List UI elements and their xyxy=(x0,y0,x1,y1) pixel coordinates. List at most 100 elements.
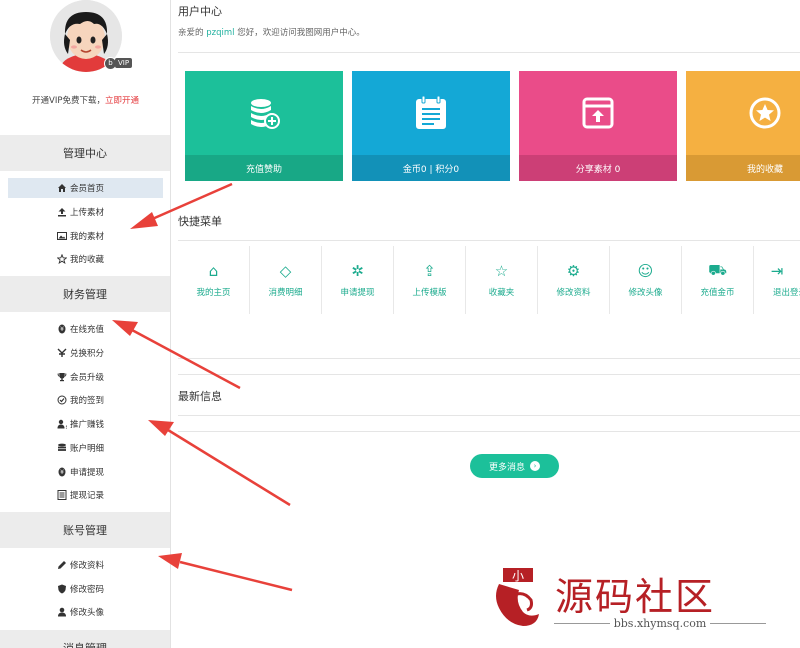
quick-item-label: 收藏夹 xyxy=(488,288,515,298)
sidebar-item-label: 会员首页 xyxy=(70,184,105,194)
quick-item-upload-template[interactable]: ⇪ 上传模版 xyxy=(394,246,466,314)
sidebar-item-my-favorites[interactable]: 我的收藏 xyxy=(8,249,163,269)
sidebar-item-account-detail[interactable]: 账户明细 xyxy=(8,438,163,458)
quick-item-label: 修改头像 xyxy=(628,288,663,298)
sidebar-item-checkin[interactable]: 我的签到 xyxy=(8,390,163,410)
sidebar-item-withdraw-records[interactable]: 提现记录 xyxy=(8,485,163,505)
avatar-icon: ☺ xyxy=(637,262,654,280)
home-icon xyxy=(57,183,67,193)
sidebar-item-exchange-points[interactable]: 兑换积分 xyxy=(8,343,163,363)
watermark-title: 源码社区 xyxy=(555,575,716,619)
divider xyxy=(178,52,800,53)
coin-icon: ¥ xyxy=(57,324,67,334)
coin-icon: ¥ xyxy=(57,467,67,477)
quick-item-withdraw[interactable]: ✲ 申请提现 xyxy=(322,246,394,314)
sidebar-item-promote[interactable]: $ 推广赚钱 xyxy=(8,414,163,434)
sidebar-item-label: 账户明细 xyxy=(70,444,105,454)
sidebar-item-my-materials[interactable]: 我的素材 xyxy=(8,226,163,246)
more-messages-label: 更多消息 xyxy=(488,462,525,473)
logout-icon: ⇥ xyxy=(770,262,784,280)
trophy-icon xyxy=(57,372,67,382)
database-icon xyxy=(57,443,67,453)
chevron-right-icon: › xyxy=(530,461,540,471)
share-window-icon xyxy=(519,71,677,155)
quick-item-label: 上传模版 xyxy=(412,288,447,298)
username-link[interactable]: pzqiml xyxy=(206,28,234,38)
gear-icon: ⚙ xyxy=(566,262,581,280)
news-title: 最新信息 xyxy=(178,390,222,403)
svg-text:¥: ¥ xyxy=(60,326,64,333)
star-icon: ☆ xyxy=(494,262,509,280)
watermark-seal-text: 小 xyxy=(512,569,524,583)
sidebar-item-label: 我的素材 xyxy=(70,232,105,242)
watermark-seal-logo: 小 xyxy=(496,568,539,626)
sidebar-item-label: 上传素材 xyxy=(70,208,105,218)
card-label: 充值赞助 xyxy=(185,155,343,181)
sidebar-item-member-home[interactable]: 会员首页 xyxy=(8,178,163,198)
greeting-suffix: 您好，欢迎访问我图网用户中心。 xyxy=(237,28,365,38)
quick-item-logout[interactable]: ⇥ 退出登录 xyxy=(754,246,800,314)
vip-promo: 开通VIP免费下载，立即开通 xyxy=(0,94,171,106)
sidebar-item-label: 在线充值 xyxy=(70,325,105,335)
sidebar-item-label: 我的签到 xyxy=(70,396,105,406)
user-icon xyxy=(57,607,67,617)
image-icon xyxy=(57,231,67,241)
card-label: 我的收藏 xyxy=(686,155,800,181)
vip-open-link[interactable]: 立即开通 xyxy=(105,96,139,106)
quick-item-recharge-coins[interactable]: ⛟ 充值金币 xyxy=(682,246,754,314)
user-icon: $ xyxy=(57,419,67,429)
divider xyxy=(178,415,800,416)
sidebar-item-label: 推广赚钱 xyxy=(70,420,105,430)
quick-item-label: 消费明细 xyxy=(268,288,303,298)
sidebar-item-label: 申请提现 xyxy=(70,468,105,478)
more-messages-button[interactable]: 更多消息 › xyxy=(470,454,559,478)
sidebar-item-upload[interactable]: 上传素材 xyxy=(8,202,163,222)
sidebar-item-withdraw[interactable]: ¥ 申请提现 xyxy=(8,462,163,482)
pencil-icon xyxy=(57,560,67,570)
list-icon xyxy=(57,490,67,500)
card-label: 金币0 | 积分0 xyxy=(352,155,510,181)
cart-icon: ⛟ xyxy=(708,261,727,279)
page-title: 用户中心 xyxy=(178,5,222,18)
quick-menu-title: 快捷菜单 xyxy=(178,215,222,228)
sidebar-item-label: 修改密码 xyxy=(70,585,105,595)
divider xyxy=(554,623,610,624)
section-account: 账号管理 xyxy=(0,512,170,548)
main-content: 用户中心 亲爱的 pzqiml 您好，欢迎访问我图网用户中心。 充值赞助 金币0… xyxy=(172,0,800,648)
divider xyxy=(710,623,766,624)
quick-item-consumption[interactable]: ◇ 消费明细 xyxy=(250,246,322,314)
greeting-prefix: 亲爱的 xyxy=(178,28,204,38)
upload-icon: ⇪ xyxy=(423,262,436,280)
vip-badge: b VIP xyxy=(104,56,133,70)
upload-icon xyxy=(57,207,67,217)
sidebar-item-upgrade[interactable]: 会员升级 xyxy=(8,367,163,387)
coins-plus-icon xyxy=(185,71,343,155)
sidebar-item-label: 修改资料 xyxy=(70,561,105,571)
shield-icon xyxy=(57,584,67,594)
sidebar: b VIP 开通VIP免费下载，立即开通 管理中心 会员首页 上传素材 我的素材… xyxy=(0,0,171,648)
card-recharge[interactable]: 充值赞助 xyxy=(185,71,343,181)
sidebar-item-edit-profile[interactable]: 修改资料 xyxy=(8,555,163,575)
sidebar-item-label: 提现记录 xyxy=(70,491,105,501)
card-my-favorites[interactable]: 我的收藏 xyxy=(686,71,800,181)
quick-item-label: 修改资料 xyxy=(556,288,591,298)
quick-item-label: 我的主页 xyxy=(196,288,231,298)
quick-item-edit-avatar[interactable]: ☺ 修改头像 xyxy=(610,246,682,314)
watermark-url-text: bbs.xhymsq.com xyxy=(613,617,707,630)
quick-item-edit-profile[interactable]: ⚙ 修改资料 xyxy=(538,246,610,314)
section-manage: 管理中心 xyxy=(0,135,170,171)
vip-label: VIP xyxy=(115,58,133,68)
quick-item-label: 退出登录 xyxy=(773,288,800,298)
sidebar-item-recharge[interactable]: ¥ 在线充值 xyxy=(8,319,163,339)
home-icon: ⌂ xyxy=(208,262,219,280)
sidebar-item-change-password[interactable]: 修改密码 xyxy=(8,579,163,599)
quick-item-favorites[interactable]: ☆ 收藏夹 xyxy=(466,246,538,314)
card-share-materials[interactable]: 分享素材 0 xyxy=(519,71,677,181)
card-coins-points[interactable]: 金币0 | 积分0 xyxy=(352,71,510,181)
quick-item-label: 充值金币 xyxy=(700,288,735,298)
quick-menu: ⌂ 我的主页 ◇ 消费明细 ✲ 申请提现 ⇪ 上传模版 ☆ 收藏夹 ⚙ 修改资料… xyxy=(178,246,800,314)
greeting: 亲爱的 pzqiml 您好，欢迎访问我图网用户中心。 xyxy=(178,26,365,38)
section-finance: 财务管理 xyxy=(0,276,170,312)
sidebar-item-change-avatar[interactable]: 修改头像 xyxy=(8,602,163,622)
quick-item-home[interactable]: ⌂ 我的主页 xyxy=(178,246,250,314)
